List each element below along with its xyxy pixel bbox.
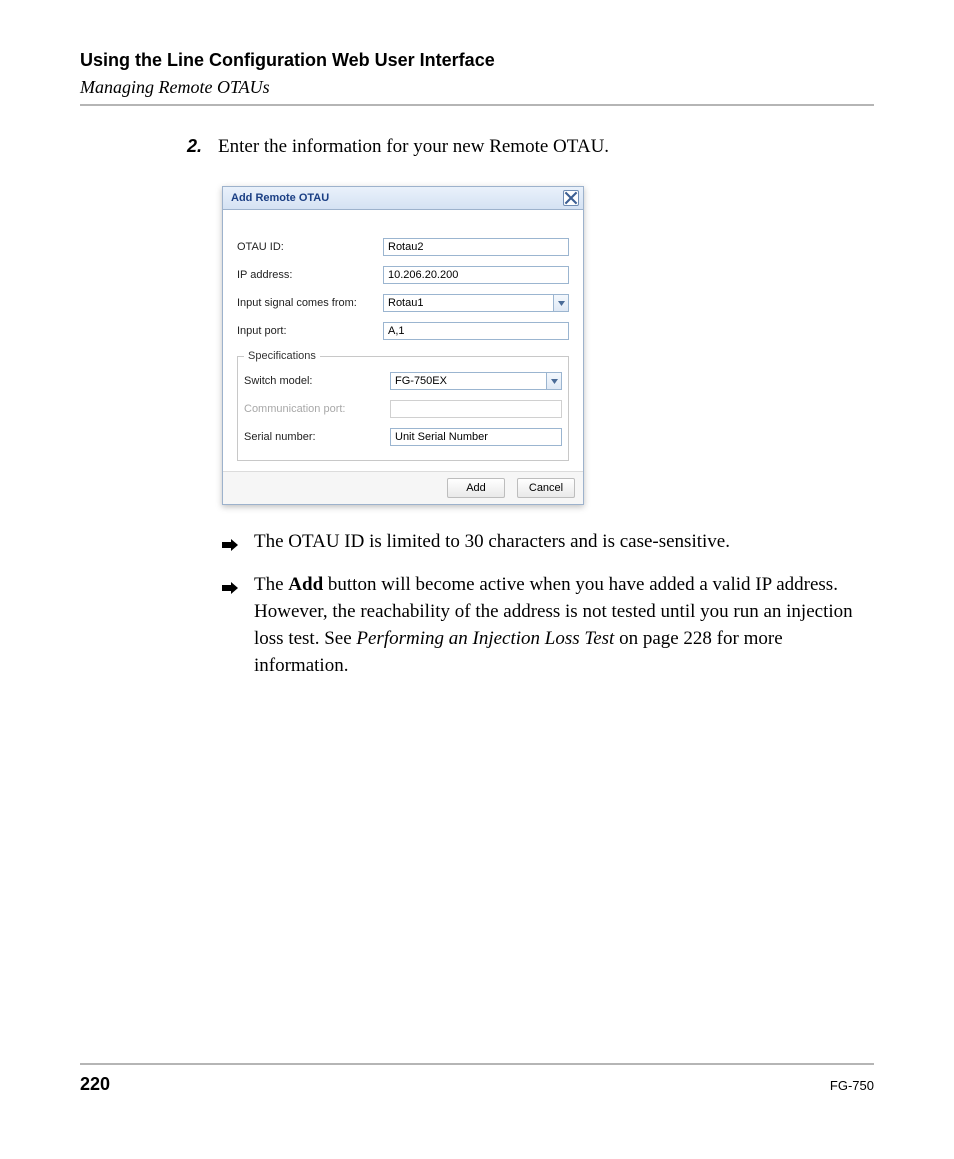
chevron-down-icon[interactable]: [546, 372, 562, 390]
bullet-1: The OTAU ID is limited to 30 characters …: [222, 529, 874, 560]
arrow-icon: [222, 572, 240, 680]
field-input-port: Input port:: [237, 322, 569, 340]
label-serial-number: Serial number:: [244, 431, 384, 443]
cancel-button[interactable]: Cancel: [517, 478, 575, 498]
chevron-down-icon[interactable]: [553, 294, 569, 312]
label-input-port: Input port:: [237, 325, 377, 337]
label-ip-address: IP address:: [237, 269, 377, 281]
add-remote-otau-dialog: Add Remote OTAU OTAU ID: IP address: Inp…: [222, 186, 584, 505]
product-code: FG-750: [830, 1078, 874, 1093]
dialog-title: Add Remote OTAU: [231, 192, 329, 204]
label-communication-port: Communication port:: [244, 403, 384, 415]
field-otau-id: OTAU ID:: [237, 238, 569, 256]
header-rule: [80, 104, 874, 106]
field-communication-port: Communication port:: [244, 400, 562, 418]
footer-rule: [80, 1063, 874, 1065]
specifications-group: Specifications Switch model: Communicati…: [237, 350, 569, 461]
page-subtitle: Managing Remote OTAUs: [80, 77, 874, 98]
input-communication-port: [390, 400, 562, 418]
close-icon[interactable]: [563, 190, 579, 206]
bullet-1-text: The OTAU ID is limited to 30 characters …: [254, 529, 874, 560]
specifications-legend: Specifications: [244, 350, 320, 362]
label-otau-id: OTAU ID:: [237, 241, 377, 253]
dialog-button-bar: Add Cancel: [223, 471, 583, 504]
step-text: Enter the information for your new Remot…: [218, 136, 874, 158]
bullet-2: The Add button will become active when y…: [222, 572, 874, 680]
page-number: 220: [80, 1074, 110, 1095]
bullet-2-pre: The: [254, 574, 288, 595]
bullet-2-ital: Performing an Injection Loss Test: [356, 628, 614, 649]
arrow-icon: [222, 529, 240, 560]
dialog-header: Add Remote OTAU: [223, 187, 583, 210]
field-switch-model: Switch model:: [244, 372, 562, 390]
field-input-signal: Input signal comes from:: [237, 294, 569, 312]
combo-input-signal-text[interactable]: [383, 294, 553, 312]
page-title: Using the Line Configuration Web User In…: [80, 50, 874, 71]
step-number: 2.: [180, 136, 202, 157]
field-ip-address: IP address:: [237, 266, 569, 284]
add-button[interactable]: Add: [447, 478, 505, 498]
step-2: 2. Enter the information for your new Re…: [180, 136, 874, 158]
input-ip-address[interactable]: [383, 266, 569, 284]
bullet-2-text: The Add button will become active when y…: [254, 572, 874, 680]
label-switch-model: Switch model:: [244, 375, 384, 387]
label-input-signal: Input signal comes from:: [237, 297, 377, 309]
footer: 220 FG-750: [80, 1074, 874, 1095]
input-input-port[interactable]: [383, 322, 569, 340]
field-serial-number: Serial number:: [244, 428, 562, 446]
bullet-2-bold: Add: [288, 574, 323, 595]
input-serial-number[interactable]: [390, 428, 562, 446]
combo-switch-model-text[interactable]: [390, 372, 546, 390]
combo-input-signal[interactable]: [383, 294, 569, 312]
input-otau-id[interactable]: [383, 238, 569, 256]
combo-switch-model[interactable]: [390, 372, 562, 390]
